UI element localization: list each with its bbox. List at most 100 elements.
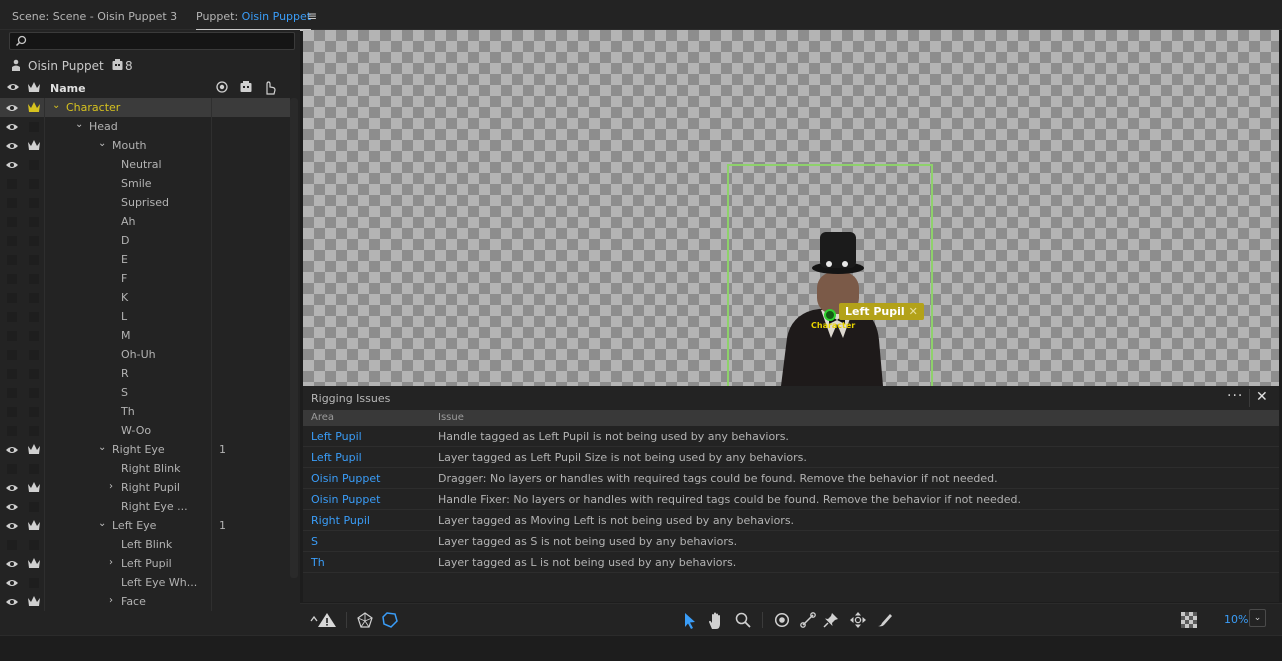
visibility-toggle[interactable] [7,464,17,474]
close-icon[interactable]: ✕ [1256,389,1268,405]
independent-toggle[interactable] [29,540,39,550]
layer-row[interactable]: Right Eye ... [0,497,290,516]
search-input[interactable] [9,32,295,50]
visibility-eye-icon[interactable] [5,121,19,136]
issue-area-link[interactable]: Th [311,556,325,569]
visibility-toggle[interactable] [7,217,17,227]
visibility-eye-icon[interactable] [5,596,19,611]
layer-row[interactable]: Ah [0,212,290,231]
visibility-toggle[interactable] [7,388,17,398]
layer-row[interactable]: › Face [0,592,290,611]
visibility-toggle[interactable] [7,255,17,265]
layer-row[interactable]: R [0,364,290,383]
transparency-grid-icon[interactable] [1181,612,1197,628]
visibility-eye-icon[interactable] [5,558,19,573]
layer-row[interactable]: ⌄ Right Eye 1 [0,440,290,459]
warning-icon[interactable] [310,612,338,628]
issue-row[interactable]: S Layer tagged as S is not being used by … [303,531,1279,552]
layer-row[interactable]: ⌄ Character [0,98,290,117]
independent-crown-icon[interactable] [27,443,41,458]
visibility-toggle[interactable] [7,350,17,360]
independent-toggle[interactable] [29,122,39,132]
tab-puppet[interactable]: Puppet: Oisin Puppet [196,10,312,31]
visibility-eye-icon[interactable] [5,159,19,174]
independent-toggle[interactable] [29,369,39,379]
visibility-eye-icon[interactable] [5,444,19,459]
layer-row[interactable]: M [0,326,290,345]
issue-area-link[interactable]: Oisin Puppet [311,472,380,485]
visibility-eye-icon[interactable] [5,501,19,516]
issue-area-link[interactable]: S [311,535,318,548]
issue-row[interactable]: Th Layer tagged as L is not being used by… [303,552,1279,573]
layer-row[interactable]: K [0,288,290,307]
independent-toggle[interactable] [29,578,39,588]
layer-row[interactable]: Left Eye Wh... [0,573,290,592]
column-issue[interactable]: Issue [438,412,464,423]
visibility-toggle[interactable] [7,312,17,322]
layer-row[interactable]: Suprised [0,193,290,212]
eye-icon[interactable] [6,81,20,93]
zoom-dropdown[interactable]: ⌄ [1249,609,1266,627]
visibility-toggle[interactable] [7,198,17,208]
left-pupil-handle[interactable] [824,309,836,321]
visibility-eye-icon[interactable] [5,102,19,117]
layer-row[interactable]: Th [0,402,290,421]
visibility-toggle[interactable] [7,331,17,341]
layer-row[interactable]: Smile [0,174,290,193]
pin-tool-icon[interactable] [823,612,839,628]
independent-toggle[interactable] [29,407,39,417]
visibility-eye-icon[interactable] [5,482,19,497]
independent-toggle[interactable] [29,198,39,208]
visibility-toggle[interactable] [7,407,17,417]
chevron-down-icon[interactable]: ⌄ [98,518,106,529]
layer-row[interactable]: D [0,231,290,250]
independent-toggle[interactable] [29,426,39,436]
independent-toggle[interactable] [29,312,39,322]
visibility-eye-icon[interactable] [5,520,19,535]
independent-crown-icon[interactable] [27,595,41,610]
zoom-level[interactable]: 10% [1224,613,1248,626]
layer-row[interactable]: S [0,383,290,402]
layer-row[interactable]: › Right Pupil [0,478,290,497]
layer-row[interactable]: › Left Pupil [0,554,290,573]
issue-area-link[interactable]: Left Pupil [311,430,362,443]
layer-row[interactable]: ⌄ Head [0,117,290,136]
independent-toggle[interactable] [29,179,39,189]
issue-row[interactable]: Right Pupil Layer tagged as Moving Left i… [303,510,1279,531]
origin-column-icon[interactable] [216,81,228,93]
visibility-toggle[interactable] [7,426,17,436]
independent-toggle[interactable] [29,255,39,265]
chevron-right-icon[interactable]: › [109,557,113,568]
independent-crown-icon[interactable] [27,519,41,534]
layer-row[interactable]: Left Blink [0,535,290,554]
hand-tool-icon[interactable] [707,612,725,630]
independent-toggle[interactable] [29,160,39,170]
select-arrow-icon[interactable] [683,612,697,630]
layer-row[interactable]: W-Oo [0,421,290,440]
visibility-toggle[interactable] [7,274,17,284]
chevron-down-icon[interactable]: ⌄ [52,100,60,111]
issue-row[interactable]: Oisin Puppet Dragger: No layers or handle… [303,468,1279,489]
dragger-tool-icon[interactable] [850,612,866,628]
visibility-toggle[interactable] [7,369,17,379]
visibility-toggle[interactable] [7,540,17,550]
left-pupil-tag[interactable]: Left Pupil ✕ [839,303,924,320]
visibility-toggle[interactable] [7,179,17,189]
visibility-toggle[interactable] [7,236,17,246]
behaviors-column-icon[interactable] [240,81,252,93]
column-area[interactable]: Area [311,412,334,423]
layer-row[interactable]: Oh-Uh [0,345,290,364]
issue-area-link[interactable]: Oisin Puppet [311,493,380,506]
draw-tool-icon[interactable] [876,612,894,628]
puppet-canvas[interactable]: Character Left Pupil ✕ [303,30,1279,386]
layer-row[interactable]: ⌄ Mouth [0,136,290,155]
issue-area-link[interactable]: Right Pupil [311,514,370,527]
layer-row[interactable]: Neutral [0,155,290,174]
issue-row[interactable]: Left Pupil Layer tagged as Left Pupil Siz… [303,447,1279,468]
zoom-tool-icon[interactable] [735,612,751,628]
origin-tool-icon[interactable] [774,612,790,628]
layer-row[interactable]: Right Blink [0,459,290,478]
independent-crown-icon[interactable] [27,481,41,496]
independent-toggle[interactable] [29,350,39,360]
independent-toggle[interactable] [29,388,39,398]
